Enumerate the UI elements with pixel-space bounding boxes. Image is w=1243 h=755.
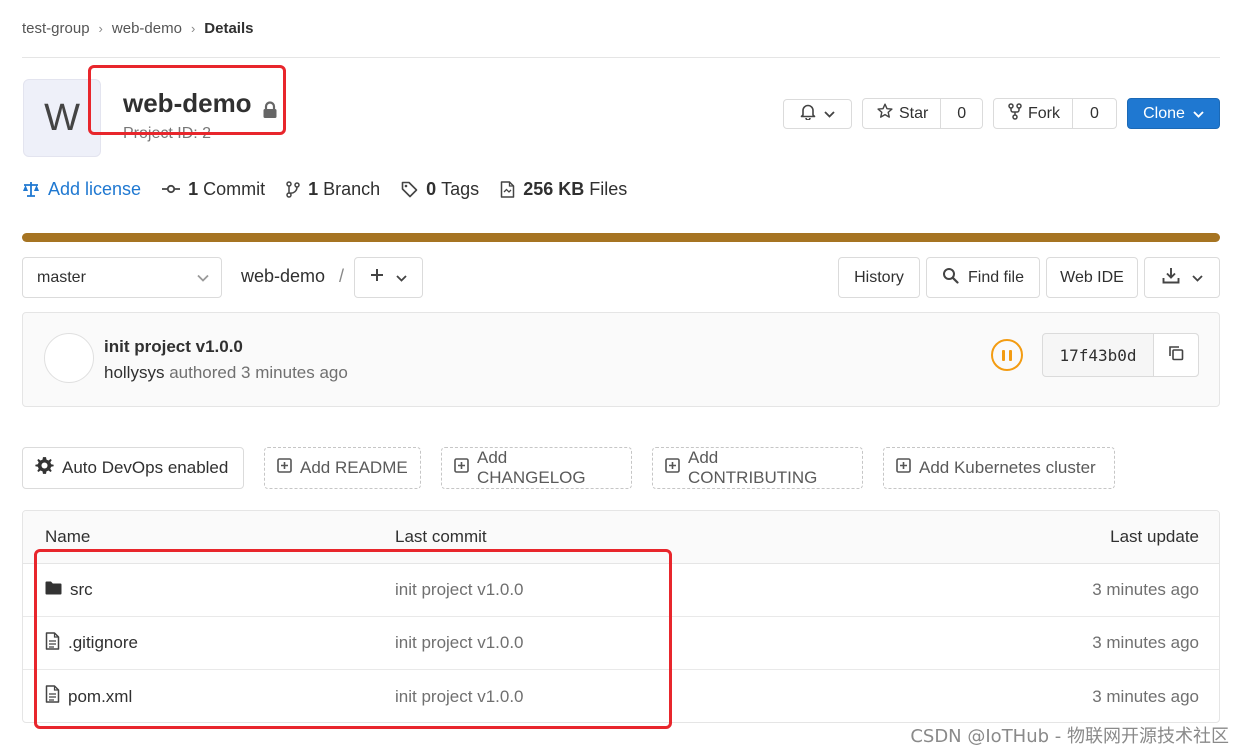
highlight-box-files <box>34 549 672 729</box>
avatar[interactable] <box>44 333 94 383</box>
add-kubernetes-label: Add Kubernetes cluster <box>919 458 1096 477</box>
chevron-down-icon <box>1193 105 1204 123</box>
web-ide-button[interactable]: Web IDE <box>1046 257 1138 298</box>
gear-icon <box>35 456 54 480</box>
branches-label: Branch <box>323 178 381 199</box>
branch-selector-value: master <box>37 268 86 286</box>
tag-icon <box>401 181 418 198</box>
add-to-tree-dropdown[interactable] <box>354 257 423 298</box>
plus-square-icon <box>277 458 292 478</box>
fork-count[interactable]: 0 <box>1073 105 1116 123</box>
fork-button-group: Fork 0 <box>993 98 1117 129</box>
add-readme-button[interactable]: Add README <box>264 447 421 489</box>
commit-title[interactable]: init project v1.0.0 <box>104 337 243 357</box>
commit-sha[interactable]: 17f43b0d <box>1043 334 1154 376</box>
commit-meta: hollysys authored 3 minutes ago <box>104 363 348 383</box>
plus-square-icon <box>454 458 469 478</box>
add-kubernetes-button[interactable]: Add Kubernetes cluster <box>883 447 1115 489</box>
star-button-group: Star 0 <box>862 98 983 129</box>
branches-count: 1 <box>308 178 319 199</box>
commit-icon <box>162 183 181 195</box>
star-count[interactable]: 0 <box>941 105 982 123</box>
doc-icon <box>500 180 515 198</box>
commits-count: 1 <box>188 178 199 199</box>
plus-icon <box>370 268 384 287</box>
chevron-right-icon: › <box>190 20 196 36</box>
language-bar <box>22 233 1220 242</box>
find-file-button[interactable]: Find file <box>926 257 1040 298</box>
breadcrumb: test-group › web-demo › Details <box>22 17 253 39</box>
file-updated: 3 minutes ago <box>1092 633 1199 652</box>
branches-link[interactable]: 1 Branch <box>286 179 380 200</box>
notification-dropdown[interactable] <box>783 99 852 129</box>
file-updated: 3 minutes ago <box>1092 686 1199 706</box>
chevron-down-icon <box>197 269 209 287</box>
star-button[interactable]: Star <box>863 99 942 128</box>
chevron-down-icon <box>824 105 835 123</box>
star-label: Star <box>899 104 929 122</box>
auto-devops-button[interactable]: Auto DevOps enabled <box>22 447 244 489</box>
branch-icon <box>286 180 300 198</box>
chevron-down-icon <box>1191 269 1203 287</box>
highlight-box-title <box>88 65 286 135</box>
clone-button[interactable]: Clone <box>1127 98 1220 129</box>
path-separator: / <box>339 266 345 286</box>
scale-icon <box>22 181 40 198</box>
add-changelog-button[interactable]: Add CHANGELOG <box>441 447 632 489</box>
commits-label: Commit <box>203 178 266 199</box>
chevron-down-icon <box>396 269 407 287</box>
project-stats: Add license 1 Commit 1 Branch 0 Tags 256… <box>22 177 648 201</box>
files-size-label: Files <box>589 178 628 199</box>
repo-path: web-demo / <box>241 266 354 287</box>
add-license-label: Add license <box>48 178 142 199</box>
breadcrumb-item-current[interactable]: Details <box>204 20 253 37</box>
history-button[interactable]: History <box>838 257 920 298</box>
breadcrumb-item-project[interactable]: web-demo <box>112 20 182 37</box>
repo-path-root[interactable]: web-demo <box>241 266 325 287</box>
download-icon <box>1162 267 1180 289</box>
add-readme-label: Add README <box>300 458 408 477</box>
download-dropdown[interactable] <box>1144 257 1220 298</box>
divider <box>22 57 1220 58</box>
clone-label: Clone <box>1143 104 1185 122</box>
add-contributing-button[interactable]: Add CONTRIBUTING <box>652 447 863 489</box>
pipeline-paused-icon[interactable] <box>991 339 1023 371</box>
tags-label: Tags <box>441 178 480 199</box>
copy-sha-button[interactable] <box>1154 334 1198 376</box>
breadcrumb-item-group[interactable]: test-group <box>22 20 90 37</box>
watermark: CSDN @IoTHub - 物联网开源技术社区 <box>910 726 1229 747</box>
files-size-value: 256 KB <box>523 178 585 199</box>
column-last-update: Last update <box>1110 527 1199 546</box>
auto-devops-label: Auto DevOps enabled <box>62 458 229 477</box>
search-icon <box>942 267 959 289</box>
fork-icon <box>1008 102 1022 125</box>
add-changelog-label: Add CHANGELOG <box>477 448 586 487</box>
branch-selector[interactable]: master <box>22 257 222 298</box>
plus-square-icon <box>896 458 911 478</box>
add-contributing-label: Add CONTRIBUTING <box>688 448 818 487</box>
fork-label: Fork <box>1028 104 1060 122</box>
bell-icon <box>800 103 816 125</box>
files-size[interactable]: 256 KB Files <box>500 179 627 200</box>
commit-time: authored 3 minutes ago <box>169 363 348 382</box>
find-file-label: Find file <box>967 268 1025 286</box>
plus-square-icon <box>665 458 680 478</box>
commit-sha-group: 17f43b0d <box>1042 333 1199 377</box>
commits-link[interactable]: 1 Commit <box>162 179 265 200</box>
tags-link[interactable]: 0 Tags <box>401 179 479 200</box>
fork-button[interactable]: Fork <box>994 99 1073 128</box>
last-commit-panel <box>22 312 1220 407</box>
file-updated: 3 minutes ago <box>1092 580 1199 599</box>
chevron-right-icon: › <box>98 20 103 36</box>
tags-count: 0 <box>426 178 437 199</box>
star-icon <box>877 103 893 124</box>
copy-icon <box>1168 345 1184 366</box>
add-license-link[interactable]: Add license <box>22 179 141 200</box>
commit-author[interactable]: hollysys <box>104 363 164 382</box>
